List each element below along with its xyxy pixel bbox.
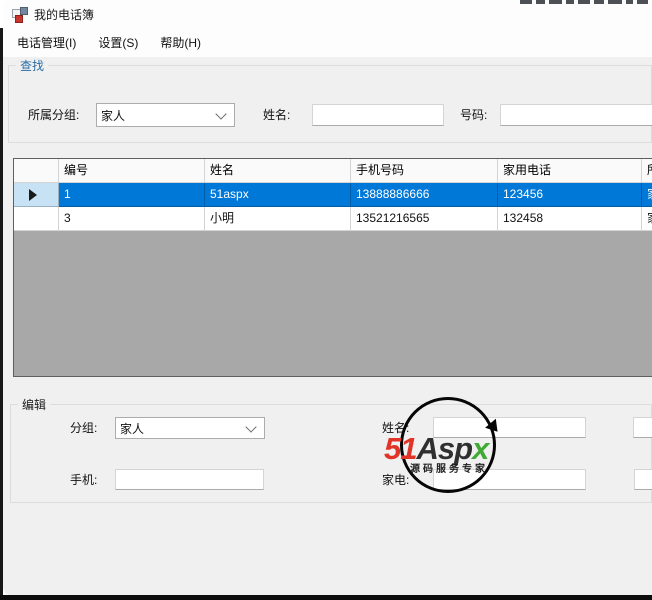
cell-name[interactable]: 小明 [205,207,351,231]
cell-homephone[interactable]: 123456 [498,183,642,207]
menu-help[interactable]: 帮助(H) [149,31,212,56]
cell-mobile[interactable]: 13521216565 [351,207,498,231]
screen: 我的电话簿 电话管理(I) 设置(S) 帮助(H) 查找 所属分组: 家人 姓名… [0,0,652,600]
row-selector-cell[interactable] [14,207,59,231]
cell-id[interactable]: 1 [59,183,205,207]
search-number-label: 号码: [460,108,488,122]
edit-extra-field-top[interactable] [633,417,652,438]
edit-name-label: 姓名: [382,421,410,435]
contacts-datagrid: 编号 姓名 手机号码 家用电话 所属分组 1 51aspx 1388888666… [13,158,652,377]
cell-homephone[interactable]: 132458 [498,207,642,231]
grid-header-group[interactable]: 所属分组 [642,159,652,183]
grid-header-id[interactable]: 编号 [59,159,205,183]
table-row[interactable]: 1 51aspx 13888886666 123456 家人 [14,183,652,207]
menu-phone-management[interactable]: 电话管理(I) [6,31,87,56]
search-name-input[interactable] [312,104,444,126]
cell-mobile[interactable]: 13888886666 [351,183,498,207]
menu-settings[interactable]: 设置(S) [87,31,149,56]
desktop-edge-bottom [0,595,652,600]
edit-name-input[interactable] [433,417,586,438]
current-row-arrow-icon [29,189,37,201]
grid-header-homephone[interactable]: 家用电话 [498,159,642,183]
menu-bar: 电话管理(I) 设置(S) 帮助(H) [3,30,652,57]
search-category-combobox[interactable]: 家人 [96,103,235,127]
app-window: 我的电话簿 电话管理(I) 设置(S) 帮助(H) 查找 所属分组: 家人 姓名… [3,0,652,595]
grid-header-row: 编号 姓名 手机号码 家用电话 所属分组 [14,159,652,183]
app-icon-red-shape [15,15,23,23]
cell-name[interactable]: 51aspx [205,183,351,207]
chevron-down-icon [215,107,227,120]
search-number-input[interactable] [500,104,652,126]
search-category-value: 家人 [101,108,126,123]
edit-group-label: 编辑 [18,396,51,413]
cell-group[interactable]: 家人 [642,183,652,207]
edit-category-value: 家人 [120,421,145,436]
chevron-down-icon [245,420,257,433]
search-group-label: 查找 [16,57,49,74]
search-name-label: 姓名: [263,108,291,122]
edit-category-label: 分组: [70,421,98,435]
search-category-label: 所属分组: [28,108,80,122]
grid-header-name[interactable]: 姓名 [205,159,351,183]
window-title: 我的电话簿 [34,8,95,22]
title-bar[interactable]: 我的电话簿 [3,0,652,30]
cell-group[interactable]: 家人 [642,207,652,231]
app-icon-blue-shape [20,7,28,15]
grid-header-selector[interactable] [14,159,59,183]
background-screen-artifact [520,0,648,4]
grid-header-mobile[interactable]: 手机号码 [351,159,498,183]
table-row[interactable]: 3 小明 13521216565 132458 家人 [14,207,652,231]
app-icon[interactable] [12,7,28,23]
edit-home-label: 家电: [382,473,410,487]
edit-mobile-label: 手机: [70,473,98,487]
row-selector-cell[interactable] [14,183,59,207]
edit-mobile-input[interactable] [115,469,264,490]
edit-home-input[interactable] [433,469,586,490]
edit-extra-field-bottom[interactable] [634,469,652,490]
cell-id[interactable]: 3 [59,207,205,231]
edit-category-combobox[interactable]: 家人 [115,417,265,439]
